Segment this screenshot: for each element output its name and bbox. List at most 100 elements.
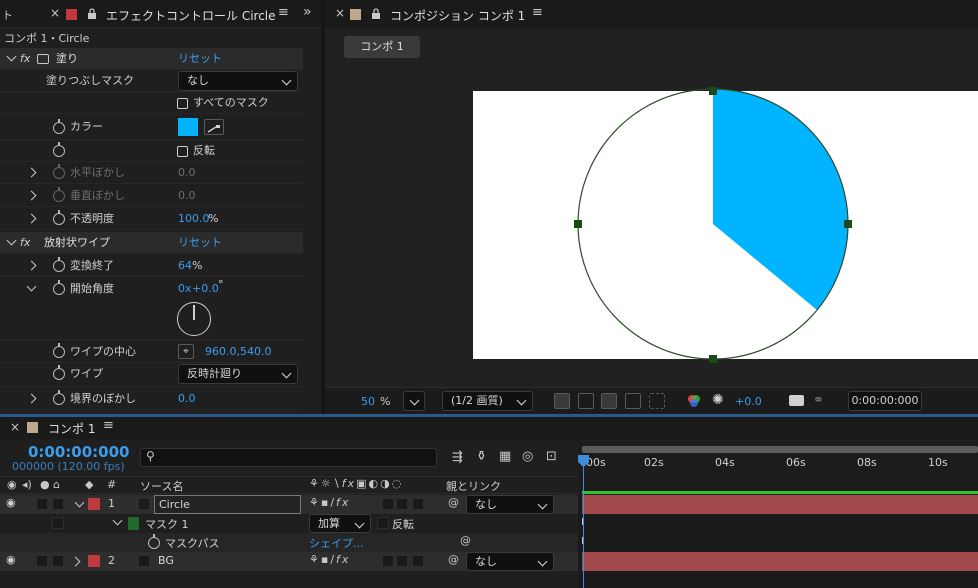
solo-toggle[interactable] — [52, 555, 64, 567]
radial-wipe-reset-link[interactable]: リセット — [178, 232, 222, 254]
adjustment-toggle[interactable] — [382, 498, 394, 510]
layer-row-2[interactable]: ◉ 2 BG ⚘▪/fx @ なし — [0, 552, 578, 571]
show-snapshot-icon[interactable]: ⚭ — [813, 393, 824, 408]
chevron-down-icon[interactable] — [6, 51, 17, 62]
lock-icon[interactable]: ⌂ — [53, 478, 60, 491]
mask-visibility-icon[interactable] — [601, 393, 617, 409]
label-color-swatch[interactable] — [66, 9, 77, 20]
layer-2-name[interactable]: BG — [158, 554, 174, 567]
prev-tab-label[interactable]: ト — [2, 7, 13, 23]
region-of-interest-icon[interactable] — [625, 393, 641, 409]
3d-toggle[interactable] — [396, 498, 408, 510]
zoom-value[interactable]: 50 — [361, 395, 375, 408]
motion-blur-toggle[interactable] — [412, 555, 424, 567]
stopwatch-icon[interactable] — [53, 119, 65, 134]
layer-switches[interactable]: ⚘▪/fx — [309, 553, 350, 566]
circle-layer-render[interactable] — [473, 87, 978, 369]
chevron-right-icon[interactable] — [26, 260, 37, 271]
exposure-reset-icon[interactable]: ✺ — [712, 392, 724, 408]
visibility-eye-icon[interactable]: ◉ — [6, 553, 16, 566]
lock-icon[interactable] — [371, 8, 381, 22]
transparency-grid-icon[interactable] — [578, 393, 594, 409]
fx-icon[interactable]: fx — [20, 48, 30, 70]
zoom-dropdown[interactable] — [403, 391, 425, 411]
panel-menu-icon[interactable]: ≡ — [532, 5, 543, 20]
channel-icon[interactable] — [687, 394, 701, 408]
color-swatch[interactable] — [178, 118, 198, 136]
comp-timecode[interactable]: 0:00:00:000 — [848, 391, 922, 411]
3d-toggle[interactable] — [396, 555, 408, 567]
work-area-bar[interactable] — [582, 446, 978, 453]
mask-invert-checkbox[interactable] — [377, 517, 389, 529]
adjustment-toggle[interactable] — [382, 555, 394, 567]
layer-2-parent-dropdown[interactable]: なし — [466, 552, 554, 571]
chevron-down-icon[interactable] — [112, 515, 123, 526]
layer-row-1[interactable]: ◉ 1 Circle ⚘▪/fx @ なし — [0, 495, 578, 514]
start-angle-revolutions[interactable]: 0x — [178, 278, 192, 300]
comp-name-button[interactable]: コンポ 1 — [344, 36, 420, 58]
layer-1-parent-dropdown[interactable]: なし — [466, 495, 554, 514]
chevron-down-icon[interactable] — [74, 497, 85, 508]
layer-1-duration-bar[interactable] — [582, 495, 978, 514]
timeline-title[interactable]: コンポ 1 — [48, 420, 95, 437]
effect-panel-title[interactable]: エフェクトコントロール Circle — [106, 7, 276, 24]
layer-search-input[interactable]: ⚲ — [140, 448, 437, 467]
lock-icon[interactable] — [87, 8, 97, 19]
audio-icon[interactable]: ◂) — [22, 478, 32, 491]
comp-viewer[interactable] — [473, 87, 978, 363]
col-source-name[interactable]: ソース名 — [140, 478, 183, 494]
motion-blur-icon[interactable]: ◎ — [522, 449, 533, 464]
audio-toggle[interactable] — [36, 555, 48, 567]
grid-guides-icon[interactable] — [649, 393, 665, 409]
frame-blending-icon[interactable]: ▦ — [499, 449, 511, 464]
motion-blur-toggle[interactable] — [412, 498, 424, 510]
pick-whip-icon[interactable]: @ — [448, 496, 459, 509]
audio-toggle[interactable] — [36, 498, 48, 510]
fill-reset-link[interactable]: リセット — [178, 48, 222, 70]
chevron-down-icon[interactable] — [6, 235, 17, 246]
expand-panels-icon[interactable]: » — [303, 4, 312, 20]
invert-checkbox[interactable] — [177, 146, 188, 157]
all-masks-checkbox[interactable] — [177, 98, 188, 109]
mask-vertex-right[interactable] — [844, 220, 852, 228]
fill-mask-dropdown[interactable]: なし — [178, 71, 298, 91]
start-angle-degrees[interactable]: +0.0 — [192, 278, 219, 300]
fx-icon[interactable]: fx — [20, 232, 30, 254]
chevron-right-icon[interactable] — [26, 167, 37, 178]
wipe-direction-dropdown[interactable]: 反時計廻り — [178, 364, 298, 384]
opacity-value[interactable]: 100.0 — [178, 208, 210, 230]
visibility-eye-icon[interactable]: ◉ — [6, 496, 16, 509]
composition-mini-flowchart-icon[interactable]: ⇶ — [452, 450, 463, 465]
angle-dial[interactable] — [177, 302, 211, 336]
chevron-right-icon[interactable] — [26, 393, 37, 404]
stopwatch-icon[interactable] — [53, 390, 65, 405]
pick-whip-icon[interactable]: @ — [448, 553, 459, 566]
wipe-center-value[interactable]: 960.0,540.0 — [205, 341, 271, 363]
point-target-icon[interactable]: ⌖ — [178, 344, 194, 359]
stopwatch-icon[interactable] — [53, 142, 65, 157]
graph-editor-icon[interactable]: ⊡ — [546, 449, 557, 464]
exposure-value[interactable]: +0.0 — [735, 395, 762, 408]
mask-name[interactable]: マスク 1 — [145, 516, 189, 532]
chevron-down-icon[interactable] — [26, 281, 37, 292]
stopwatch-icon[interactable] — [53, 210, 65, 225]
comp-panel-title[interactable]: コンポジション コンポ 1 — [390, 7, 525, 24]
stopwatch-icon[interactable] — [53, 280, 65, 295]
stopwatch-icon[interactable] — [53, 365, 65, 380]
close-icon[interactable]: × — [10, 420, 20, 434]
current-time[interactable]: 0:00:00:000 — [28, 443, 130, 461]
mask-color-swatch[interactable] — [128, 517, 139, 530]
mask-mode-dropdown[interactable]: 加算 — [309, 514, 371, 533]
fast-preview-icon[interactable] — [554, 393, 570, 409]
eyedropper-icon[interactable] — [204, 119, 224, 135]
radial-wipe-header[interactable]: fx 放射状ワイプ リセット — [0, 232, 303, 254]
shy-layers-icon[interactable]: ⚱ — [476, 449, 487, 464]
layer-2-duration-bar[interactable] — [582, 552, 978, 571]
label-tag-icon[interactable]: ◆ — [85, 478, 93, 491]
chevron-right-icon[interactable] — [70, 556, 81, 567]
stopwatch-icon[interactable] — [53, 257, 65, 272]
mask-path-value[interactable]: シェイプ... — [309, 535, 364, 551]
layer-1-name[interactable]: Circle — [154, 495, 301, 514]
panel-menu-icon[interactable]: ≡ — [278, 5, 289, 20]
mask-vertex-top[interactable] — [709, 87, 717, 95]
